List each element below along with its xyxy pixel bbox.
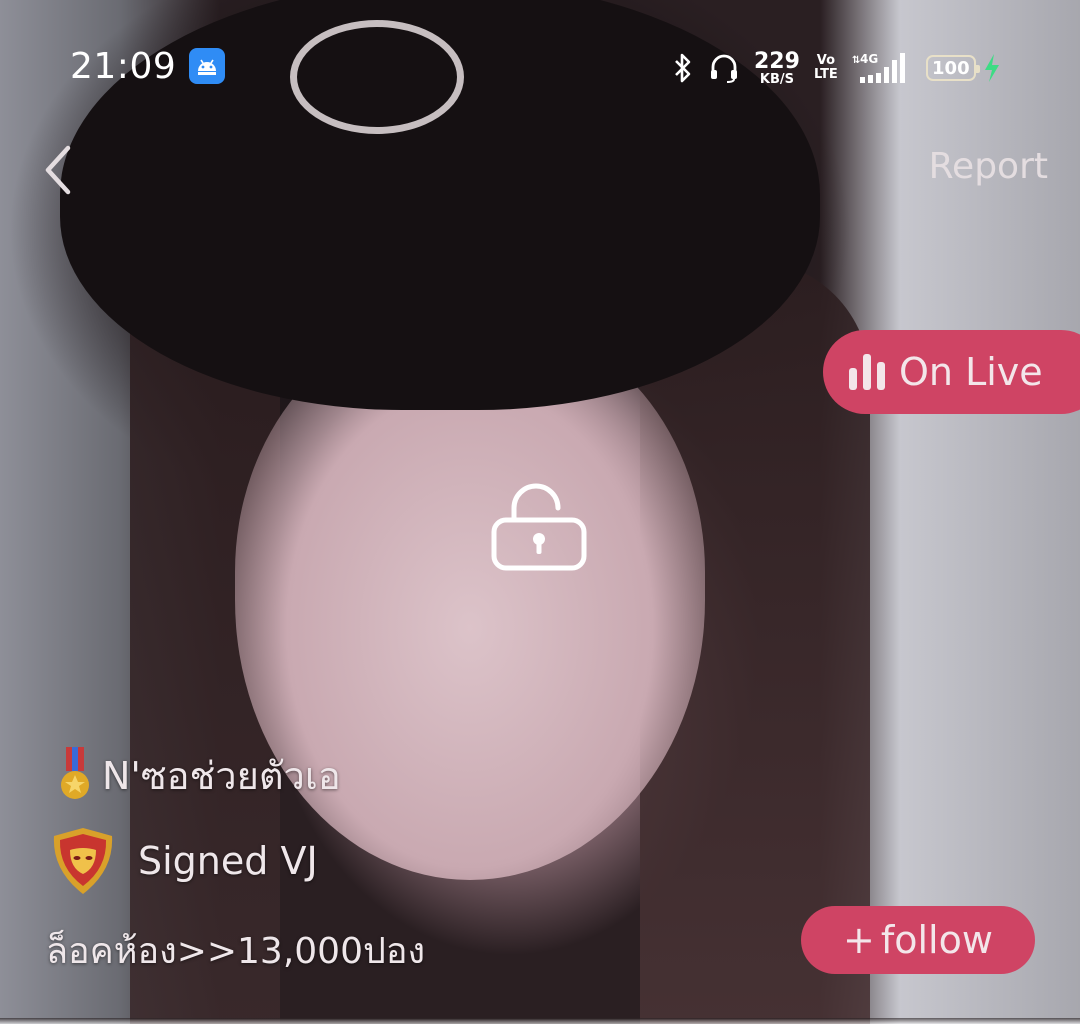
chevron-left-icon[interactable] xyxy=(36,142,84,198)
battery-level: 100 xyxy=(932,57,970,79)
report-button[interactable]: Report xyxy=(929,146,1048,187)
follow-button[interactable]: + follow xyxy=(801,906,1035,974)
live-room-screen: 21:09 229 KB/S Vo LTE 4G ⇅ 100 Report On… xyxy=(0,0,1080,1024)
streamer-name-row: N'ซอช่วยตัวเอ xyxy=(58,745,341,806)
shield-mask-icon xyxy=(53,828,113,894)
plus-icon: + xyxy=(843,918,875,962)
on-live-badge[interactable]: On Live xyxy=(823,330,1080,414)
status-time: 21:09 xyxy=(70,46,177,87)
battery-indicator: 100 xyxy=(925,55,980,81)
on-live-label: On Live xyxy=(899,350,1043,394)
speed-value: 229 xyxy=(754,48,800,74)
svg-text:⇅: ⇅ xyxy=(852,55,860,66)
speed-unit: KB/S xyxy=(759,71,795,87)
medal-icon xyxy=(61,746,89,799)
unlock-icon[interactable] xyxy=(490,478,588,572)
bottom-edge xyxy=(0,1018,1080,1024)
streamer-name: N'ซอช่วยตัวเอ xyxy=(102,754,341,798)
signed-vj-row: Signed VJ xyxy=(48,826,318,896)
live-bars-icon xyxy=(849,354,885,390)
charging-bolt-icon xyxy=(984,54,999,82)
network-speed: 229 KB/S xyxy=(754,48,800,87)
vj-role-label: Signed VJ xyxy=(138,839,318,883)
follow-label: follow xyxy=(880,918,993,962)
volte-indicator: Vo LTE xyxy=(814,54,838,81)
volte-top: Vo xyxy=(816,53,836,69)
bluetooth-icon xyxy=(675,53,691,83)
headset-icon xyxy=(711,54,737,83)
status-icons: 229 KB/S Vo LTE 4G ⇅ 100 xyxy=(672,46,1002,90)
room-lock-price: ล็อคห้อง>>13,000ปอง xyxy=(46,931,426,972)
volte-bottom: LTE xyxy=(813,67,838,82)
status-bar: 21:09 229 KB/S Vo LTE 4G ⇅ 100 xyxy=(0,40,1080,94)
battery-tip xyxy=(975,65,980,73)
android-icon xyxy=(189,48,225,84)
svg-text:4G: 4G xyxy=(860,52,878,66)
signal-4g-icon: 4G ⇅ xyxy=(852,52,905,83)
